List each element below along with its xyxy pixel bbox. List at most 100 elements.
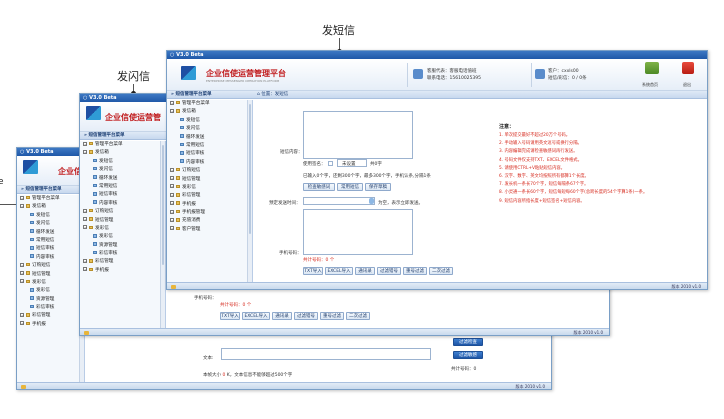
sidebar-item[interactable]: 发短信 [167, 117, 252, 125]
sidebar-scrollbar[interactable] [247, 100, 252, 284]
sidebar-item[interactable]: 彩信审核 [17, 304, 84, 312]
import-button-2[interactable]: 通讯录 [355, 267, 375, 275]
sidebar-item[interactable]: 发闪信 [80, 166, 165, 174]
sidebar-item[interactable]: 发彩信 [80, 233, 165, 241]
import-button-1[interactable]: EXCEL导入 [325, 267, 353, 275]
sidebar-item[interactable]: 短信审核 [17, 245, 84, 253]
expand-toggle-icon[interactable]: − [170, 176, 174, 181]
import-button-4[interactable]: 重号过滤 [403, 267, 427, 275]
expand-toggle-icon[interactable]: − [20, 271, 24, 276]
expand-toggle-icon[interactable]: − [170, 167, 174, 172]
sidebar-item[interactable]: − 手机报管理 [167, 209, 252, 217]
expand-toggle-icon[interactable]: − [170, 108, 174, 113]
sidebar-item[interactable]: 发闪信 [17, 220, 84, 228]
expand-toggle-icon[interactable]: − [170, 226, 174, 231]
phone-textarea[interactable] [303, 209, 413, 255]
sidebar-item[interactable]: − 订购短信 [17, 262, 84, 270]
sidebar-item[interactable]: 常用短信 [17, 237, 84, 245]
expand-toggle-icon[interactable]: − [20, 262, 24, 267]
expand-toggle-icon[interactable]: − [170, 209, 174, 214]
expand-toggle-icon[interactable]: − [83, 149, 87, 154]
sidebar-item[interactable]: − 发信箱 [80, 149, 165, 157]
preview-button[interactable]: 过滤检查 [453, 338, 483, 346]
sidebar-item[interactable]: − 短信管理 [80, 217, 165, 225]
sidebar-item[interactable]: 发短信 [80, 158, 165, 166]
check-sensitive-button[interactable]: 检查敏感词 [303, 183, 335, 191]
expand-toggle-icon[interactable]: − [20, 312, 24, 317]
sidebar-item[interactable]: − 手机报 [80, 267, 165, 275]
sidebar-item[interactable]: − 发信箱 [167, 108, 252, 116]
import-button-1[interactable]: EXCEL导入 [242, 312, 270, 320]
sidebar-item[interactable]: − 管理平台菜单 [17, 195, 84, 203]
import-button-5[interactable]: 二次过滤 [346, 312, 370, 320]
sidebar-item[interactable]: − 发信箱 [17, 203, 84, 211]
sidebar-item[interactable]: 彩信审核 [80, 250, 165, 258]
sidebar-item[interactable]: − 彩信管理 [17, 312, 84, 320]
sidebar-item[interactable]: 短信审核 [167, 150, 252, 158]
expand-toggle-icon[interactable]: − [20, 203, 24, 208]
import-button-5[interactable]: 二次过滤 [429, 267, 453, 275]
logout-button-label[interactable]: 退出 [683, 82, 691, 88]
sidebar-item[interactable]: 发短信 [17, 212, 84, 220]
expand-toggle-icon[interactable]: − [170, 201, 174, 206]
expand-toggle-icon[interactable]: − [83, 267, 87, 272]
sidebar-item[interactable]: − 手机报 [17, 321, 84, 329]
expand-toggle-icon[interactable]: − [20, 321, 24, 326]
expand-toggle-icon[interactable]: − [83, 141, 87, 146]
expand-toggle-icon[interactable]: − [83, 208, 87, 213]
signature-checkbox[interactable] [328, 161, 333, 166]
sidebar-item[interactable]: 短信审核 [80, 191, 165, 199]
home-icon[interactable] [645, 62, 659, 74]
sidebar-item[interactable]: 常用短信 [167, 142, 252, 150]
sidebar-item[interactable]: 内容审核 [17, 254, 84, 262]
expand-toggle-icon[interactable]: − [83, 225, 87, 230]
logout-icon[interactable] [682, 62, 694, 74]
sidebar-scrollbar[interactable] [160, 141, 165, 328]
sms-content-textarea[interactable] [303, 111, 413, 159]
import-button-3[interactable]: 过滤错号 [294, 312, 318, 320]
sidebar-item[interactable]: − 彩信管理 [80, 258, 165, 266]
sidebar-item[interactable]: 常用短信 [80, 183, 165, 191]
sidebar-item[interactable]: 循环发送 [17, 229, 84, 237]
sidebar-item[interactable]: − 充值消费 [167, 217, 252, 225]
expand-toggle-icon[interactable]: − [170, 100, 174, 105]
sidebar-item[interactable]: − 管理平台菜单 [80, 141, 165, 149]
expand-toggle-icon[interactable]: − [20, 279, 24, 284]
filter-sensitive-button[interactable]: 过滤敏感 [453, 351, 483, 359]
expand-toggle-icon[interactable]: − [170, 192, 174, 197]
sidebar-item[interactable]: − 彩信管理 [167, 192, 252, 200]
import-button-2[interactable]: 通讯录 [272, 312, 292, 320]
sidebar-item[interactable]: − 发彩信 [167, 184, 252, 192]
sidebar-item[interactable]: − 短信管理 [167, 176, 252, 184]
sidebar-item[interactable]: − 发彩信 [17, 279, 84, 287]
expand-toggle-icon[interactable]: − [83, 217, 87, 222]
sidebar-item[interactable]: 循环发送 [167, 134, 252, 142]
import-button-0[interactable]: TXT导入 [220, 312, 240, 320]
text-input[interactable] [221, 348, 431, 360]
signature-select[interactable]: 未设置 [337, 159, 367, 167]
sidebar-item[interactable]: − 短信管理 [17, 271, 84, 279]
schedule-input[interactable] [303, 197, 375, 205]
expand-toggle-icon[interactable]: − [83, 258, 87, 263]
expand-toggle-icon[interactable]: − [170, 184, 174, 189]
expand-toggle-icon[interactable]: − [170, 217, 174, 222]
sidebar-item[interactable]: − 客户管理 [167, 226, 252, 234]
sidebar-item[interactable]: − 手机报 [167, 201, 252, 209]
import-button-0[interactable]: TXT导入 [303, 267, 323, 275]
sidebar-item[interactable]: 资源管理 [17, 296, 84, 304]
sidebar-item[interactable]: − 发彩信 [80, 225, 165, 233]
sidebar-item[interactable]: 内容审核 [80, 200, 165, 208]
import-button-3[interactable]: 过滤错号 [377, 267, 401, 275]
sidebar-item[interactable]: 循环发送 [80, 175, 165, 183]
expand-toggle-icon[interactable]: − [20, 195, 24, 200]
import-button-4[interactable]: 重号过滤 [320, 312, 344, 320]
sidebar-item[interactable]: 内容审核 [167, 159, 252, 167]
sidebar-item[interactable]: 资源管理 [80, 242, 165, 250]
home-button-label[interactable]: 系统首页 [642, 82, 658, 88]
calendar-icon[interactable] [369, 198, 374, 204]
sidebar-item[interactable]: − 管理平台菜单 [167, 100, 252, 108]
sidebar-item[interactable]: − 订购短信 [80, 208, 165, 216]
sidebar-item[interactable]: − 订购短信 [167, 167, 252, 175]
sidebar-item[interactable]: 发彩信 [17, 287, 84, 295]
sidebar-item[interactable]: 发闪信 [167, 125, 252, 133]
